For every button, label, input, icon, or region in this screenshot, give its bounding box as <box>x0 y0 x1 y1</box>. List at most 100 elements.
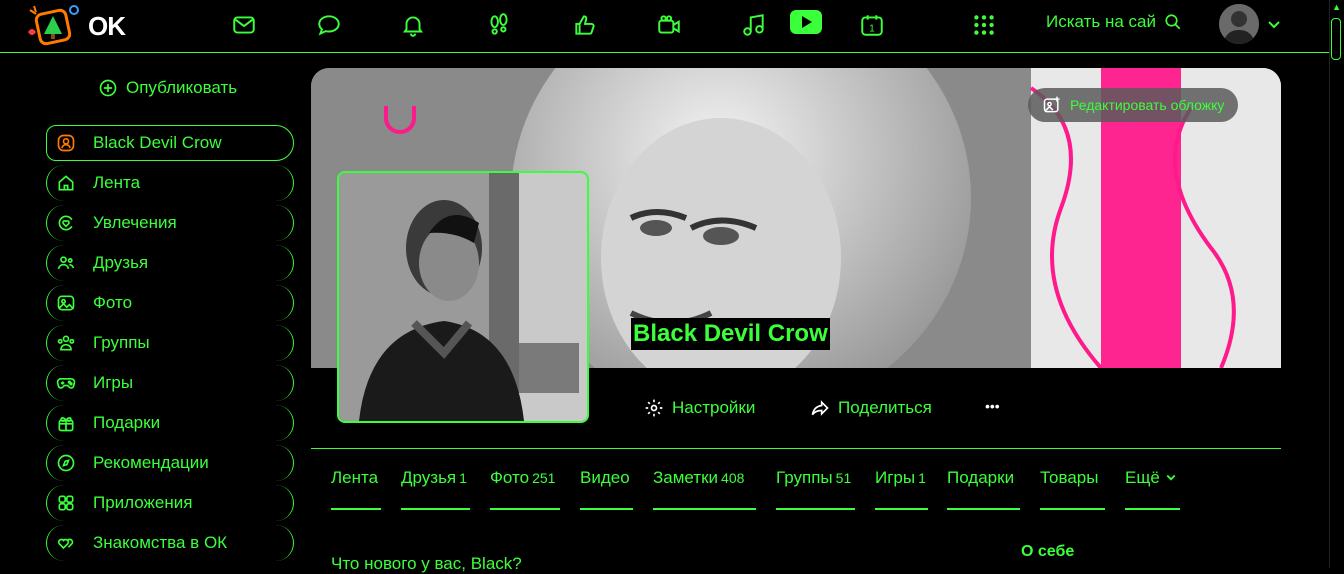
publish-button[interactable]: Опубликовать <box>98 78 237 98</box>
sidebar-item-label: Игры <box>93 373 134 392</box>
tab-label: Лента <box>331 468 379 487</box>
profile-photo[interactable] <box>337 171 589 423</box>
sidebar-item-label: Подарки <box>93 413 161 432</box>
friends-icon <box>49 253 83 273</box>
profile-name: Black Devil Crow <box>631 318 830 350</box>
edit-cover-button[interactable]: Редактировать обложку <box>1028 88 1239 122</box>
tab-products[interactable]: Товары <box>1040 468 1105 510</box>
apps-grid-icon[interactable] <box>969 10 999 40</box>
home-icon <box>49 173 83 193</box>
sidebar-item-friends[interactable]: Друзья <box>46 245 294 281</box>
tab-underline <box>947 508 1020 510</box>
gamepad-icon <box>49 373 83 393</box>
sidebar-item-label: Фото <box>93 293 133 312</box>
tab-count: 408 <box>721 470 745 486</box>
sidebar-item-label: Знакомства в ОК <box>93 533 228 552</box>
tab-games[interactable]: Игры 1 <box>875 468 928 510</box>
tab-underline <box>1125 508 1180 510</box>
tab-gifts[interactable]: Подарки <box>947 468 1020 510</box>
tab-label: Товары <box>1040 468 1099 487</box>
about-title: О себе <box>1021 543 1075 560</box>
sidebar-item-dating[interactable]: Знакомства в ОК <box>46 525 294 561</box>
edit-cover-label: Редактировать обложку <box>1070 97 1225 113</box>
tab-label: Игры <box>875 468 916 487</box>
sidebar-item-games[interactable]: Игры <box>46 365 294 401</box>
hearts-icon <box>49 533 83 553</box>
tab-photo[interactable]: Фото 251 <box>490 468 560 510</box>
tab-friends[interactable]: Друзья 1 <box>401 468 470 510</box>
photo-icon <box>49 293 83 313</box>
logo-mark-icon <box>24 4 84 48</box>
sidebar-item-hobbies[interactable]: Увлечения <box>46 205 294 241</box>
calendar-day: 1 <box>869 24 874 35</box>
tab-underline <box>490 508 560 510</box>
plus-circle-icon <box>99 79 117 97</box>
gear-icon <box>645 399 663 417</box>
camera-icon[interactable] <box>654 10 684 40</box>
tab-label: Ещё <box>1125 468 1160 487</box>
settings-button[interactable]: Настройки <box>644 398 755 418</box>
more-button[interactable]: ••• <box>985 398 1000 414</box>
sidebar-item-feed[interactable]: Лента <box>46 165 294 201</box>
tab-label: Группы <box>776 468 833 487</box>
sidebar-item-label: Друзья <box>93 253 149 272</box>
tab-notes[interactable]: Заметки 408 <box>653 468 756 510</box>
sidebar-item-label: Группы <box>93 333 150 352</box>
chat-icon[interactable] <box>314 10 344 40</box>
user-icon <box>49 133 83 153</box>
sidebar-item-profile[interactable]: Black Devil Crow <box>46 125 294 161</box>
more-icon: ••• <box>985 398 1000 414</box>
chevron-down-icon[interactable] <box>1266 16 1282 32</box>
sidebar-item-recommendations[interactable]: Рекомендации <box>46 445 294 481</box>
share-icon <box>811 400 829 416</box>
search-label: Искать на сай <box>1046 12 1156 31</box>
tab-label: Друзья <box>401 468 457 487</box>
scrollbar[interactable]: ▲ <box>1329 0 1344 568</box>
sidebar-item-photo[interactable]: Фото <box>46 285 294 321</box>
tab-label: Заметки <box>653 468 719 487</box>
mail-icon[interactable] <box>229 10 259 40</box>
publish-label: Опубликовать <box>126 78 238 97</box>
music-icon[interactable] <box>739 10 769 40</box>
sidebar-item-gifts[interactable]: Подарки <box>46 405 294 441</box>
tab-feed[interactable]: Лента <box>331 468 381 510</box>
tab-underline <box>776 508 855 510</box>
tab-underline <box>875 508 928 510</box>
sidebar-item-label: Лента <box>93 173 141 192</box>
tab-groups[interactable]: Группы 51 <box>776 468 855 510</box>
sidebar-item-label: Рекомендации <box>93 453 209 472</box>
apps-icon <box>49 493 83 513</box>
avatar[interactable] <box>1219 4 1259 44</box>
video-play-icon[interactable] <box>790 10 822 34</box>
tab-label: Подарки <box>947 468 1015 487</box>
tab-count: 1 <box>918 470 926 486</box>
sidebar-item-label: Увлечения <box>93 213 177 232</box>
tab-underline <box>401 508 470 510</box>
divider <box>311 448 1281 449</box>
tab-underline <box>1040 508 1105 510</box>
footprints-icon[interactable] <box>484 10 514 40</box>
sidebar-item-apps[interactable]: Приложения <box>46 485 294 521</box>
tab-count: 51 <box>835 470 852 486</box>
tab-count: 251 <box>532 470 556 486</box>
calendar-icon[interactable]: 1 <box>857 10 887 40</box>
scrollbar-thumb[interactable] <box>1331 18 1341 60</box>
tab-label: Видео <box>580 468 630 487</box>
tab-underline <box>331 508 381 510</box>
bell-icon[interactable] <box>398 10 428 40</box>
scroll-up-icon[interactable]: ▲ <box>1332 2 1341 12</box>
hobby-icon <box>49 213 83 233</box>
tab-video[interactable]: Видео <box>580 468 633 510</box>
tab-count: 1 <box>459 470 467 486</box>
search-button[interactable]: Искать на сай <box>1046 12 1182 32</box>
tab-more[interactable]: Ещё <box>1125 468 1180 510</box>
ok-logo[interactable]: OK <box>24 4 134 48</box>
thumbs-up-icon[interactable] <box>570 10 600 40</box>
settings-label: Настройки <box>672 398 756 417</box>
compass-icon <box>49 453 83 473</box>
chevron-down-icon <box>1166 474 1175 481</box>
whats-new-input[interactable]: Что нового у вас, Black? <box>331 554 522 574</box>
sidebar-item-groups[interactable]: Группы <box>46 325 294 361</box>
share-button[interactable]: Поделиться <box>810 398 932 418</box>
tab-underline <box>653 508 756 510</box>
